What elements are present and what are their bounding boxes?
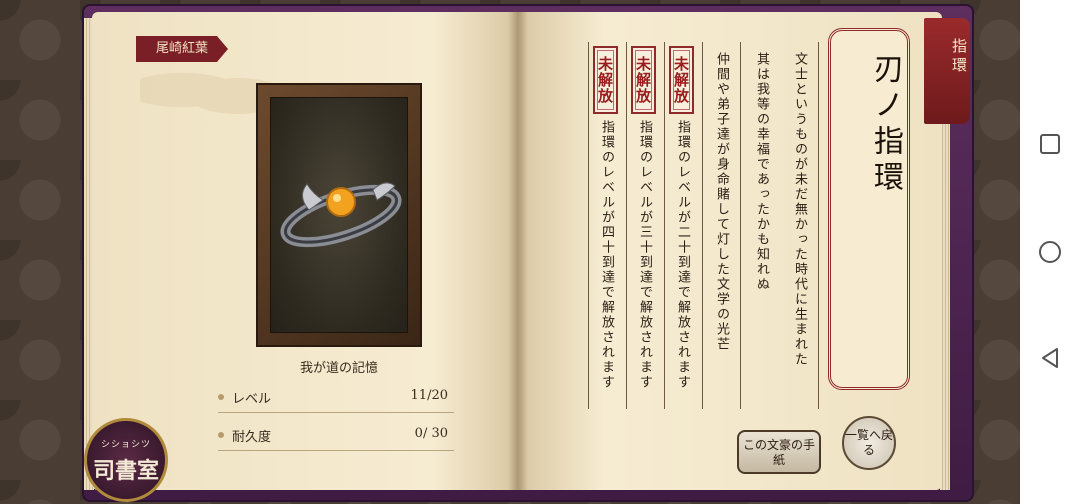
stat-label: 耐久度: [232, 430, 272, 445]
system-nav-bar: [1020, 0, 1080, 504]
stat-value: 11/20: [410, 388, 448, 403]
locked-badge: 未解放: [593, 46, 618, 114]
back-to-list-button[interactable]: 一覧へ戻る: [842, 416, 896, 470]
library-room-button[interactable]: シショシツ 司書室: [84, 418, 168, 502]
tab-ring[interactable]: 指環: [924, 18, 970, 124]
divider-line: [664, 42, 665, 409]
game-screen: 尾崎紅葉 我が道の記憶 レベル 11/20 耐久度 0/ 30 シショシツ 司書…: [0, 0, 1020, 504]
back-triangle-icon[interactable]: [1038, 346, 1062, 370]
item-image-area: [270, 97, 408, 333]
divider-line: [588, 42, 589, 409]
divider-line: [702, 42, 703, 409]
description-line: 仲間や弟子達が身命賭して灯した文学の光芒: [714, 52, 729, 352]
home-circle-icon[interactable]: [1038, 240, 1062, 264]
author-letter-button[interactable]: この文豪の手紙: [737, 430, 821, 474]
item-frame: [256, 83, 422, 347]
stat-value: 0/ 30: [414, 426, 448, 441]
stat-row-durability: 耐久度 0/ 30: [218, 422, 454, 451]
recents-square-icon[interactable]: [1038, 132, 1062, 156]
ring-icon: [280, 182, 402, 248]
description-line: 其は我等の幸福であったかも知れぬ: [754, 52, 769, 292]
locked-badge: 未解放: [669, 46, 694, 114]
divider-line: [818, 42, 819, 409]
book-gutter: [508, 12, 528, 490]
bullet-dot-icon: [218, 432, 224, 438]
title-box: 刃ノ指環: [828, 28, 910, 390]
stat-row-level: レベル 11/20: [218, 384, 454, 413]
library-room-ruby: シショシツ: [100, 440, 151, 450]
unlock-condition: 指環のレベルが四十到達で解放されます: [599, 120, 614, 390]
unlock-condition: 指環のレベルが三十到達で解放されます: [637, 120, 652, 390]
description-line: 文士というものが未だ無かった時代に生まれた: [792, 52, 807, 367]
page-title: 刃ノ指環: [868, 53, 903, 197]
divider-line: [626, 42, 627, 409]
locked-badge: 未解放: [631, 46, 656, 114]
library-room-label: 司書室: [92, 458, 159, 484]
bullet-dot-icon: [218, 394, 224, 400]
item-caption: 我が道の記憶: [299, 361, 378, 376]
stat-label: レベル: [232, 392, 272, 407]
author-name-ribbon: 尾崎紅葉: [136, 36, 228, 62]
divider-line: [740, 42, 741, 409]
tab-ring-label: 指環: [950, 38, 968, 76]
unlock-condition: 指環のレベルが二十到達で解放されます: [675, 120, 690, 390]
